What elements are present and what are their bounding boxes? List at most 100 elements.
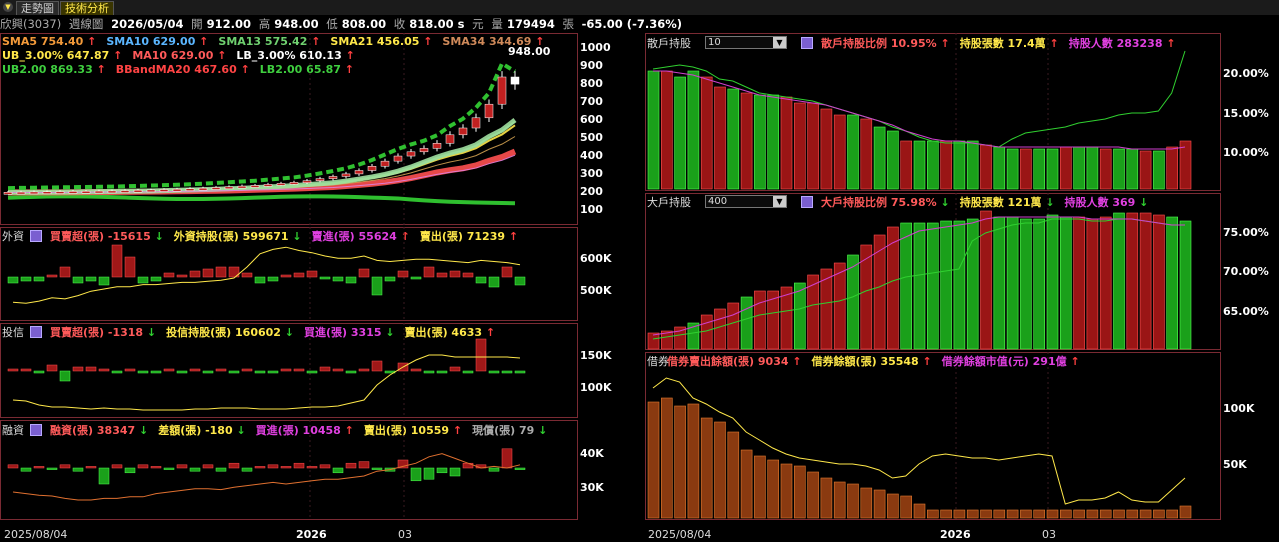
bar — [358, 268, 370, 278]
y-tick-label: 20.00% — [1223, 67, 1269, 80]
bar — [280, 466, 292, 469]
candle-body — [328, 176, 338, 179]
bar — [254, 370, 266, 374]
bar — [1166, 216, 1179, 350]
candle-body — [224, 186, 234, 190]
bar — [20, 276, 32, 282]
candle-body — [367, 166, 377, 171]
bar — [215, 467, 227, 472]
candle-body — [263, 184, 273, 187]
bar — [873, 234, 886, 350]
bar — [887, 130, 899, 190]
bar — [319, 366, 331, 372]
bar — [833, 262, 846, 350]
bar — [1033, 509, 1046, 519]
quote-header: 欣興(3037) 週線圖 2026/05/04 開 912.00 高 948.00 … — [0, 16, 682, 31]
bar — [740, 449, 753, 519]
line-series — [12, 453, 521, 501]
bar — [280, 368, 292, 372]
candle-body — [354, 170, 364, 175]
candle-body — [445, 134, 455, 144]
bar — [1099, 148, 1112, 190]
bar — [124, 467, 136, 474]
bar — [1086, 509, 1099, 519]
bar — [7, 368, 19, 372]
bar — [163, 272, 175, 278]
tab-technical[interactable]: 技術分析 — [60, 1, 114, 15]
bar — [462, 462, 474, 469]
bar — [1020, 509, 1032, 519]
bar — [913, 140, 926, 190]
candle-body — [302, 180, 312, 183]
bar — [514, 370, 526, 374]
bar — [85, 276, 97, 282]
bar — [807, 471, 819, 519]
bar — [189, 467, 201, 472]
bar — [660, 397, 673, 519]
bar — [913, 222, 926, 350]
y-tick-label: 600K — [580, 252, 612, 265]
bar — [780, 96, 793, 190]
y-tick-label: 1000 — [580, 41, 611, 54]
bar — [267, 370, 279, 374]
menu-icon[interactable]: ▼ — [3, 2, 13, 12]
bar — [953, 220, 966, 350]
bar — [966, 140, 979, 190]
bar — [953, 140, 966, 190]
bar — [449, 467, 461, 477]
bar — [1179, 140, 1192, 190]
bar — [33, 370, 45, 374]
bar — [85, 366, 97, 372]
candle-body — [133, 189, 143, 193]
bar — [501, 266, 513, 278]
period-label: 週線圖 — [68, 17, 104, 31]
bar — [926, 222, 939, 350]
bar — [1126, 212, 1139, 350]
bar — [423, 467, 435, 480]
bar — [358, 368, 370, 372]
lending-bar-chart — [647, 352, 1192, 520]
bar — [345, 276, 357, 284]
bar — [1139, 212, 1152, 350]
volume-label: 量 — [491, 17, 503, 31]
candle-body — [406, 151, 416, 157]
bar — [1179, 220, 1192, 350]
bar — [449, 366, 461, 372]
bar — [7, 276, 19, 284]
y-tick-label: 300 — [580, 167, 603, 180]
bar — [59, 370, 71, 382]
candlestick-chart — [3, 33, 520, 225]
stock-name: 欣興(3037) — [0, 17, 62, 31]
candle-body — [146, 189, 156, 193]
candle-body — [497, 76, 507, 105]
y-tick-label: 100 — [580, 203, 603, 216]
bar — [767, 94, 779, 190]
bar — [46, 467, 58, 470]
bar — [384, 276, 396, 282]
bar — [319, 276, 331, 280]
candle-body — [484, 103, 494, 119]
bar — [1113, 148, 1125, 190]
bar — [940, 220, 952, 350]
bar — [150, 466, 162, 469]
candle-body — [380, 160, 390, 167]
bar — [501, 370, 513, 374]
candle-body — [159, 189, 169, 192]
candle-body — [393, 155, 403, 162]
left-x-label-03: 03 — [398, 528, 412, 541]
bar — [700, 76, 713, 190]
bar — [176, 464, 188, 469]
bar — [940, 509, 952, 519]
bar — [1033, 218, 1046, 350]
bar — [1046, 509, 1059, 519]
bar — [462, 370, 474, 374]
bar — [1033, 148, 1046, 190]
bar — [397, 270, 409, 278]
bar — [254, 276, 266, 284]
bar — [280, 274, 292, 278]
bar — [163, 467, 175, 470]
bar — [241, 368, 253, 372]
bar — [59, 266, 71, 278]
right-x-label-2026: 2026 — [940, 528, 971, 541]
tab-trend[interactable]: 走勢圖 — [16, 1, 59, 15]
